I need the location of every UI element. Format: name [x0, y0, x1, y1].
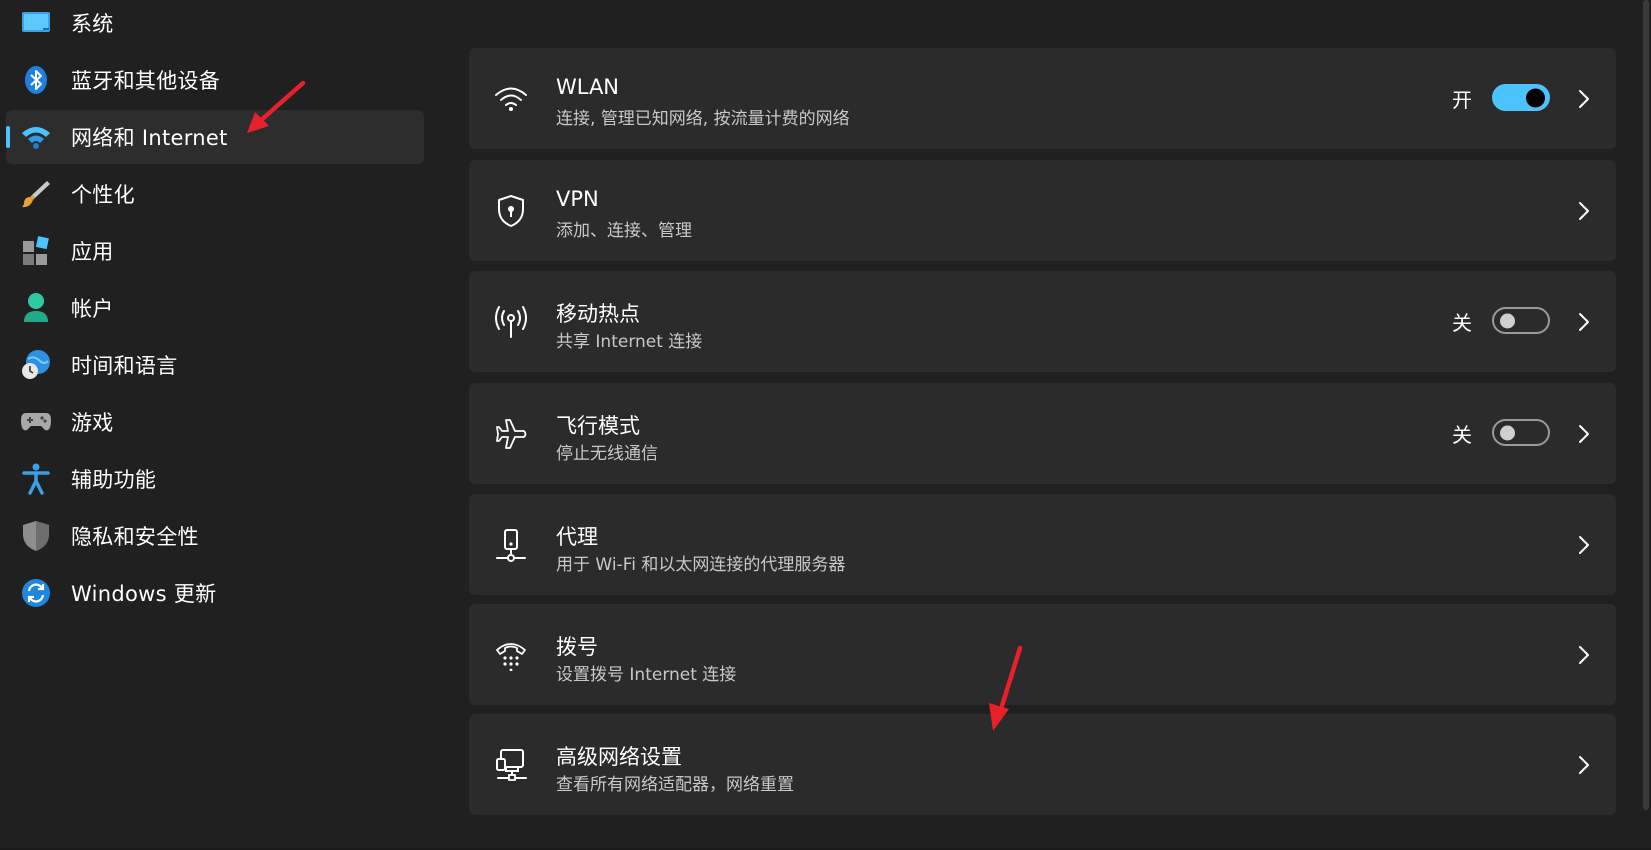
network-computer-icon [493, 747, 529, 783]
gamepad-icon [20, 406, 52, 438]
card-subtitle: 连接, 管理已知网络, 按流量计费的网络 [556, 109, 850, 129]
sidebar-item-network[interactable]: 网络和 Internet [6, 110, 424, 164]
sidebar-item-privacy-security[interactable]: 隐私和安全性 [6, 509, 424, 563]
wlan-card[interactable]: WLAN 连接, 管理已知网络, 按流量计费的网络 开 [469, 48, 1616, 149]
chevron-right-icon [1574, 84, 1594, 114]
sidebar-item-system[interactable]: 系统 [6, 0, 424, 50]
proxy-card[interactable]: 代理 用于 Wi-Fi 和以太网连接的代理服务器 [469, 494, 1616, 595]
toggle-state-label: 关 [1452, 423, 1472, 447]
dialup-card[interactable]: 拨号 设置拨号 Internet 连接 [469, 604, 1616, 705]
sidebar-item-label: Windows 更新 [71, 582, 217, 606]
sidebar-item-label: 辅助功能 [71, 468, 157, 492]
card-title: 移动热点 [556, 302, 640, 326]
chevron-right-icon [1574, 419, 1594, 449]
hotspot-toggle[interactable] [1492, 307, 1550, 334]
paintbrush-icon [20, 178, 52, 210]
card-title: 高级网络设置 [556, 745, 682, 769]
shield-icon [20, 520, 52, 552]
toggle-knob [1500, 313, 1515, 328]
card-subtitle: 查看所有网络适配器，网络重置 [556, 775, 794, 795]
card-title: 拨号 [556, 635, 598, 659]
sidebar-item-label: 系统 [71, 12, 114, 36]
sidebar-item-label: 个性化 [71, 183, 135, 207]
update-icon [20, 577, 52, 609]
card-title: 代理 [556, 525, 598, 549]
globe-clock-icon [20, 349, 52, 381]
chevron-right-icon [1574, 750, 1594, 780]
advanced-network-settings-card[interactable]: 高级网络设置 查看所有网络适配器，网络重置 [469, 714, 1616, 815]
sidebar-item-label: 游戏 [71, 411, 114, 435]
apps-icon [20, 235, 52, 267]
chevron-right-icon [1574, 640, 1594, 670]
sidebar-item-windows-update[interactable]: Windows 更新 [6, 566, 424, 620]
sidebar-item-label: 蓝牙和其他设备 [71, 69, 221, 93]
card-subtitle: 设置拨号 Internet 连接 [556, 665, 737, 685]
sidebar-item-label: 时间和语言 [71, 354, 178, 378]
sidebar-item-label: 隐私和安全性 [71, 525, 199, 549]
chevron-right-icon [1574, 196, 1594, 226]
mobile-hotspot-card[interactable]: 移动热点 共享 Internet 连接 关 [469, 271, 1616, 372]
sidebar-item-bluetooth[interactable]: 蓝牙和其他设备 [6, 53, 424, 107]
sidebar-item-accessibility[interactable]: 辅助功能 [6, 452, 424, 506]
selection-indicator [6, 126, 10, 148]
card-subtitle: 共享 Internet 连接 [556, 332, 703, 352]
sidebar-item-time-language[interactable]: 时间和语言 [6, 338, 424, 392]
card-subtitle: 用于 Wi-Fi 和以太网连接的代理服务器 [556, 555, 846, 575]
dialup-icon [493, 637, 529, 673]
airplane-mode-toggle[interactable] [1492, 419, 1550, 446]
toggle-knob [1526, 88, 1545, 107]
vpn-shield-icon [493, 193, 529, 229]
hotspot-icon [493, 304, 529, 340]
wlan-toggle[interactable] [1492, 84, 1550, 111]
toggle-state-label: 开 [1452, 88, 1472, 112]
card-title: WLAN [556, 75, 620, 99]
airplane-mode-card[interactable]: 飞行模式 停止无线通信 关 [469, 383, 1616, 484]
card-subtitle: 停止无线通信 [556, 444, 658, 464]
card-title: 飞行模式 [556, 414, 640, 438]
bluetooth-icon [20, 64, 52, 96]
card-subtitle: 添加、连接、管理 [556, 221, 692, 241]
sidebar: 系统 蓝牙和其他设备 网络和 Internet 个性化 应用 帐户 时间和语言 … [0, 0, 430, 850]
sidebar-item-personalization[interactable]: 个性化 [6, 167, 424, 221]
proxy-icon [493, 527, 529, 563]
scrollbar[interactable] [1643, 0, 1649, 810]
chevron-right-icon [1574, 530, 1594, 560]
sidebar-item-label: 帐户 [71, 297, 114, 321]
accessibility-icon [20, 463, 52, 495]
sidebar-item-accounts[interactable]: 帐户 [6, 281, 424, 335]
person-icon [20, 292, 52, 324]
airplane-icon [493, 416, 529, 452]
toggle-knob [1500, 425, 1515, 440]
wifi-icon [493, 81, 529, 117]
sidebar-item-gaming[interactable]: 游戏 [6, 395, 424, 449]
chevron-right-icon [1574, 307, 1594, 337]
sidebar-item-label: 网络和 Internet [71, 126, 228, 150]
vpn-card[interactable]: VPN 添加、连接、管理 [469, 160, 1616, 261]
sidebar-item-apps[interactable]: 应用 [6, 224, 424, 278]
sidebar-item-label: 应用 [71, 240, 114, 264]
monitor-icon [20, 7, 52, 39]
toggle-state-label: 关 [1452, 311, 1472, 335]
wifi-icon [20, 121, 52, 153]
card-title: VPN [556, 187, 599, 211]
